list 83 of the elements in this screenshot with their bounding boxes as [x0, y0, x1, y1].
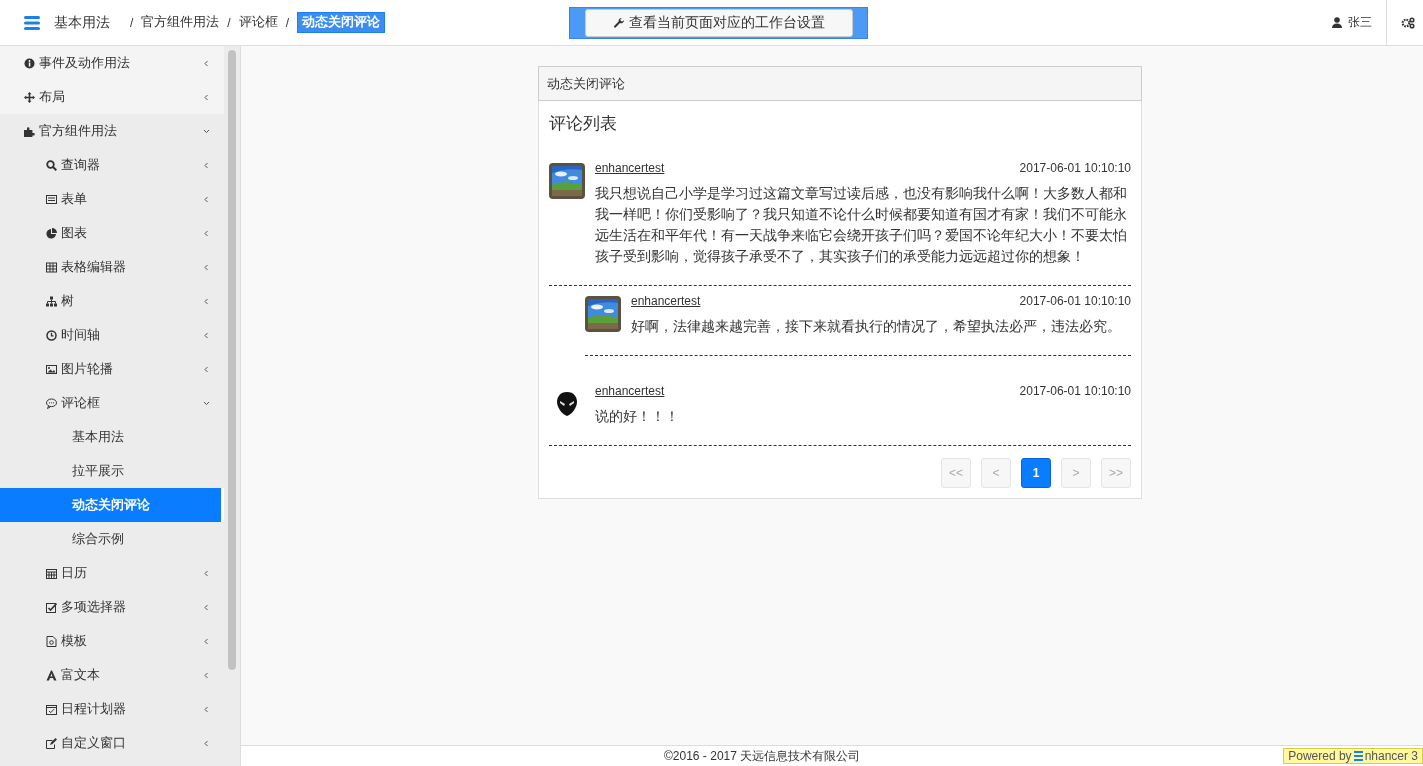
calendar-icon — [46, 567, 57, 579]
breadcrumb-separator: / — [285, 15, 290, 30]
sidebar-item[interactable]: 综合示例 — [0, 522, 224, 556]
sidebar-item[interactable]: 表格编辑器 — [0, 250, 224, 284]
chevron-left-icon — [203, 569, 210, 577]
workbench-settings-button[interactable]: 查看当前页面对应的工作台设置 — [584, 9, 853, 37]
chevron-down-icon — [203, 127, 210, 135]
clock-icon — [46, 329, 57, 341]
copyright-text: ©2016 - 2017 天远信息技术有限公司 — [664, 747, 861, 765]
chevron-left-icon — [203, 637, 210, 645]
chevron-left-icon — [203, 195, 210, 203]
sidebar-item[interactable]: 自定义窗口 — [0, 726, 224, 760]
sidebar-item[interactable]: 查询器 — [0, 148, 224, 182]
panel-title: 动态关闭评论 — [547, 74, 625, 93]
chevron-left-icon — [203, 93, 210, 101]
sidebar-item[interactable]: 日历 — [0, 556, 224, 590]
settings-icon[interactable] — [1401, 16, 1415, 29]
wrench-icon — [612, 17, 625, 29]
user-icon — [1332, 17, 1342, 28]
comment-time: 2017-06-01 10:10:10 — [1019, 294, 1131, 308]
sidebar-item[interactable]: 拉平展示 — [0, 454, 224, 488]
chevron-left-icon — [203, 365, 210, 373]
search-icon — [46, 159, 57, 171]
comment-list-heading: 评论列表 — [549, 113, 618, 134]
pie-icon — [46, 227, 57, 239]
sidebar-item[interactable]: 富文本 — [0, 658, 224, 692]
sidebar-item[interactable]: 布局 — [0, 80, 224, 114]
puzzle-icon — [24, 125, 35, 137]
comment-text: 说的好！！！ — [595, 408, 680, 426]
sidebar-item[interactable]: 时间轴 — [0, 318, 224, 352]
font-icon — [46, 669, 57, 681]
chevron-left-icon — [203, 161, 210, 169]
chevron-left-icon — [203, 671, 210, 679]
chevron-left-icon — [203, 739, 210, 747]
breadcrumb-link[interactable]: 评论框 — [238, 14, 278, 31]
sidebar-item[interactable]: 动态关闭评论 — [0, 488, 224, 522]
pagination-button[interactable]: 1 — [1021, 458, 1051, 488]
author-link[interactable]: enhancertest — [595, 161, 665, 175]
comment-time: 2017-06-01 10:10:10 — [1019, 384, 1131, 398]
user-menu[interactable]: 张三 — [1332, 0, 1387, 45]
sidebar-item[interactable]: 图片轮播 — [0, 352, 224, 386]
powered-by-badge[interactable]: Powered by nhancer 3 — [1283, 748, 1423, 764]
file-icon — [46, 635, 57, 647]
comment-text: 好啊，法律越来越完善，接下来就看执行的情况了，希望执法必严，违法必究。 — [631, 318, 1122, 336]
breadcrumb-separator: / — [130, 15, 134, 30]
chevron-left-icon — [203, 263, 210, 271]
sidebar-item[interactable]: 日程计划器 — [0, 692, 224, 726]
comment-text: 我只想说自己小学是学习过这篇文章写过读后感，也没有影响我什么啊！大多数人都和我一样吧！你们受影响了？我只知道不论什么时候都要知道有国才有家！我们不可能永远生活在和平年代！有一天战争来临它会绕开孩子们吗？爱国不论年纪大小！不要太怕孩子受到影响，觉得孩子承受不了，其实孩子们的承受能力远远超过你的想象！ — [595, 185, 1128, 266]
chevron-left-icon — [203, 297, 210, 305]
breadcrumb-separator: / — [227, 15, 231, 30]
author-link[interactable]: enhancertest — [595, 384, 665, 398]
author-link[interactable]: enhancertest — [631, 294, 701, 308]
sidebar-item[interactable]: 官方组件用法 — [0, 114, 224, 148]
table-icon — [46, 261, 57, 273]
chevron-down-icon — [203, 399, 210, 407]
sidebar-item[interactable]: 评论框 — [0, 386, 224, 420]
calcheck-icon — [46, 703, 57, 715]
menu-icon[interactable] — [24, 15, 40, 30]
breadcrumb-link[interactable]: 官方组件用法 — [141, 14, 220, 31]
app-title: 基本用法 — [54, 13, 110, 32]
sitemap-icon — [46, 295, 57, 307]
chevron-left-icon — [203, 59, 210, 67]
scrollbar-thumb[interactable] — [228, 50, 236, 670]
sidebar-item[interactable]: 图表 — [0, 216, 224, 250]
comment-time: 2017-06-01 10:10:10 — [1019, 161, 1131, 175]
comment-icon — [46, 397, 57, 409]
chevron-left-icon — [203, 603, 210, 611]
edit-icon — [46, 737, 57, 749]
image-icon — [46, 363, 57, 375]
chevron-left-icon — [203, 705, 210, 713]
logo-icon — [1353, 751, 1363, 761]
sidebar-item[interactable]: 基本用法 — [0, 420, 224, 454]
sidebar-item[interactable]: 事件及动作用法 — [0, 46, 224, 80]
form-icon — [46, 193, 57, 205]
sidebar-item[interactable]: 多项选择器 — [0, 590, 224, 624]
info-icon — [24, 57, 35, 69]
move-icon — [24, 91, 35, 103]
sidebar-item[interactable]: 表单 — [0, 182, 224, 216]
check-icon — [46, 601, 57, 613]
sidebar-item[interactable]: 树 — [0, 284, 224, 318]
chevron-left-icon — [203, 229, 210, 237]
chevron-left-icon — [203, 331, 210, 339]
sidebar-item[interactable]: 模板 — [0, 624, 224, 658]
